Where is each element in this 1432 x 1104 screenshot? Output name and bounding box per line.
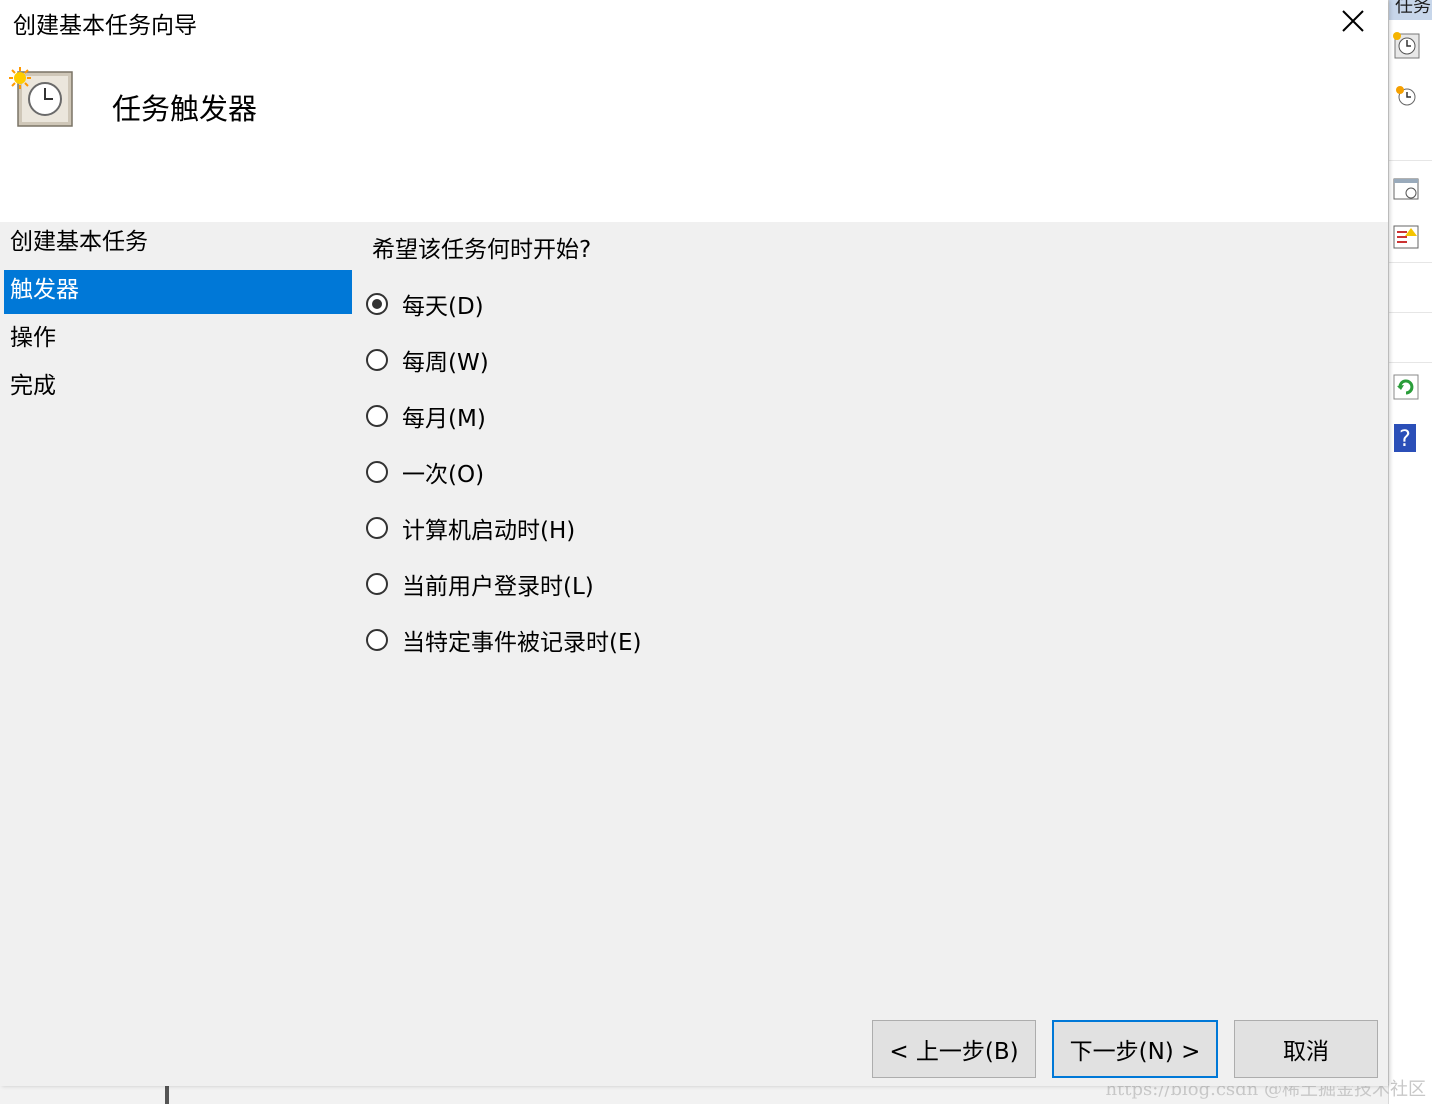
title-bar: 创建基本任务向导 (0, 0, 1388, 44)
option-monthly[interactable]: 每月(M) (366, 396, 486, 436)
option-weekly-label: 每周(W) (402, 350, 489, 376)
background-app-panel: 任务 ? (1388, 0, 1432, 1104)
trigger-options-panel: 希望该任务何时开始? 每天(D) 每周(W) 每月(M) 一次(O) 计算机启动… (356, 222, 1388, 1022)
next-button[interactable]: 下一步(N) > (1052, 1020, 1218, 1078)
step-action[interactable]: 操作 (4, 318, 352, 362)
background-app-title: 任务 (1389, 0, 1432, 20)
radio-startup[interactable] (366, 517, 388, 539)
window-title: 创建基本任务向导 (13, 13, 197, 39)
option-logon-label: 当前用户登录时(L) (402, 574, 594, 600)
create-basic-task-wizard: 创建基本任务向导 任务触发器 创建基本任务 触发器 操作 完成 希望该任务何时开… (0, 0, 1388, 1086)
import-task-icon[interactable] (1391, 174, 1421, 204)
option-event-label: 当特定事件被记录时(E) (402, 630, 642, 656)
question-label: 希望该任务何时开始? (372, 237, 592, 263)
wizard-header: 任务触发器 (0, 44, 1388, 222)
task-scheduler-icon[interactable] (1391, 30, 1421, 60)
step-finish[interactable]: 完成 (4, 366, 352, 410)
option-event[interactable]: 当特定事件被记录时(E) (366, 620, 641, 660)
task-history-icon[interactable] (1391, 222, 1421, 252)
radio-logon[interactable] (366, 573, 388, 595)
cancel-button[interactable]: 取消 (1234, 1020, 1378, 1078)
back-button[interactable]: < 上一步(B) (872, 1020, 1036, 1078)
radio-once[interactable] (366, 461, 388, 483)
radio-event[interactable] (366, 629, 388, 651)
option-weekly[interactable]: 每周(W) (366, 340, 489, 380)
step-create-basic-task[interactable]: 创建基本任务 (4, 222, 352, 266)
close-button[interactable] (1330, 0, 1376, 42)
svg-text:?: ? (1399, 427, 1411, 452)
task-clock-icon (9, 67, 73, 127)
page-title: 任务触发器 (112, 92, 258, 126)
refresh-icon[interactable] (1391, 372, 1421, 402)
step-trigger[interactable]: 触发器 (4, 270, 352, 314)
option-daily[interactable]: 每天(D) (366, 284, 484, 324)
option-startup[interactable]: 计算机启动时(H) (366, 508, 575, 548)
option-logon[interactable]: 当前用户登录时(L) (366, 564, 594, 604)
radio-monthly[interactable] (366, 405, 388, 427)
option-startup-label: 计算机启动时(H) (402, 518, 576, 544)
help-icon[interactable]: ? (1391, 422, 1421, 452)
option-once-label: 一次(O) (402, 462, 485, 488)
option-daily-label: 每天(D) (402, 294, 484, 320)
option-once[interactable]: 一次(O) (366, 452, 484, 492)
create-task-icon[interactable] (1391, 80, 1421, 110)
option-monthly-label: 每月(M) (402, 406, 486, 432)
radio-daily[interactable] (366, 293, 388, 315)
close-icon (1342, 10, 1364, 32)
radio-weekly[interactable] (366, 349, 388, 371)
